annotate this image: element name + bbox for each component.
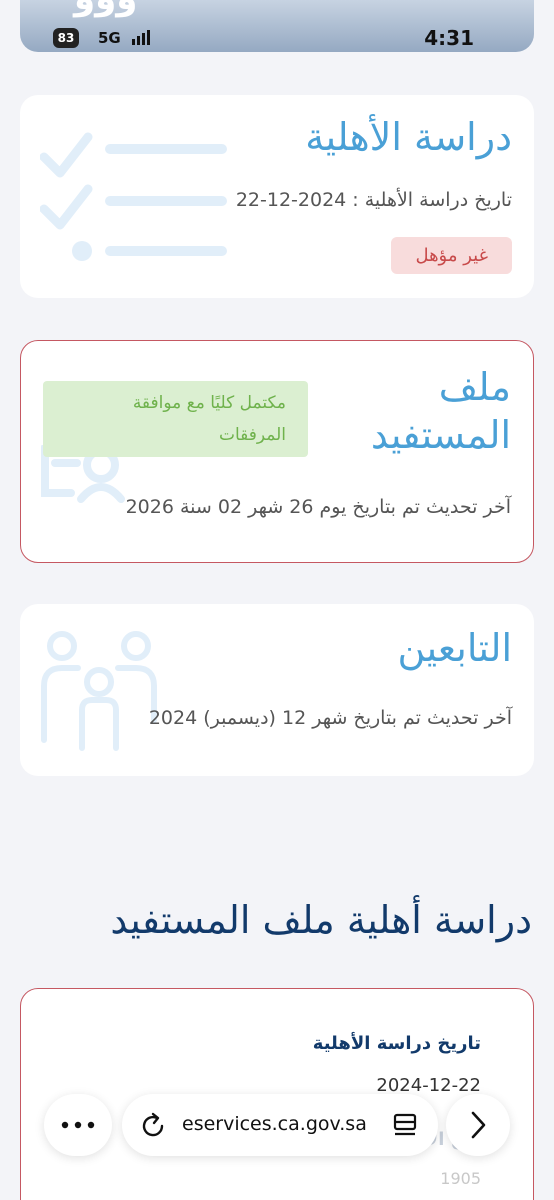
beneficiary-updated-text: آخر تحديث تم بتاريخ يوم 26 شهر 02 سنة 20…: [125, 496, 511, 518]
forward-button[interactable]: [446, 1094, 510, 1156]
more-dots-icon: [61, 1121, 95, 1129]
reader-mode-icon[interactable]: [392, 1112, 418, 1140]
eligibility-date: تاريخ دراسة الأهلية : 2024-12-22: [235, 189, 512, 211]
eligibility-card[interactable]: دراسة الأهلية تاريخ دراسة الأهلية : 2024…: [20, 95, 534, 298]
beneficiary-title: ملف المستفيد: [371, 363, 511, 459]
signal-icon: [132, 30, 150, 45]
study-date-label: تاريخ دراسة الأهلية: [312, 1033, 481, 1054]
chevron-right-icon: [471, 1111, 486, 1139]
address-bar[interactable]: eservices.ca.gov.sa: [122, 1094, 438, 1156]
reload-icon[interactable]: [140, 1112, 168, 1140]
status-time: 4:31: [424, 26, 474, 50]
beneficiary-title-line2: المستفيد: [370, 413, 511, 457]
status-bar: ووو 83 5G 4:31: [20, 0, 534, 52]
section-heading: دراسة أهلية ملف المستفيد: [110, 898, 532, 942]
status-badge: غير مؤهل: [391, 237, 512, 274]
completion-badge: مكتمل كليًا مع موافقة المرفقات: [43, 381, 308, 457]
dependents-title: التابعين: [397, 626, 512, 670]
dependents-updated-text: آخر تحديث تم بتاريخ شهر 12 (ديسمبر) 2024: [148, 707, 512, 729]
study-faded-number: 1905: [440, 1169, 481, 1188]
more-button[interactable]: [44, 1094, 112, 1156]
network-type: 5G: [98, 29, 121, 47]
eligibility-title: دراسة الأهلية: [305, 115, 512, 159]
url-text: eservices.ca.gov.sa: [182, 1113, 367, 1135]
completion-badge-line1: مكتمل كليًا مع موافقة: [132, 393, 286, 413]
beneficiary-file-card[interactable]: مكتمل كليًا مع موافقة المرفقات ملف المست…: [20, 340, 534, 563]
dependents-card[interactable]: التابعين آخر تحديث تم بتاريخ شهر 12 (ديس…: [20, 604, 534, 776]
checklist-icon: [40, 132, 227, 261]
completion-badge-line2: المرفقات: [218, 425, 286, 445]
beneficiary-title-line1: ملف: [438, 365, 511, 409]
battery-indicator: 83: [53, 28, 79, 48]
family-icon: [41, 631, 157, 751]
browser-toolbar: eservices.ca.gov.sa: [0, 1088, 554, 1168]
status-bar-partial-digits: ووو: [74, 0, 137, 18]
